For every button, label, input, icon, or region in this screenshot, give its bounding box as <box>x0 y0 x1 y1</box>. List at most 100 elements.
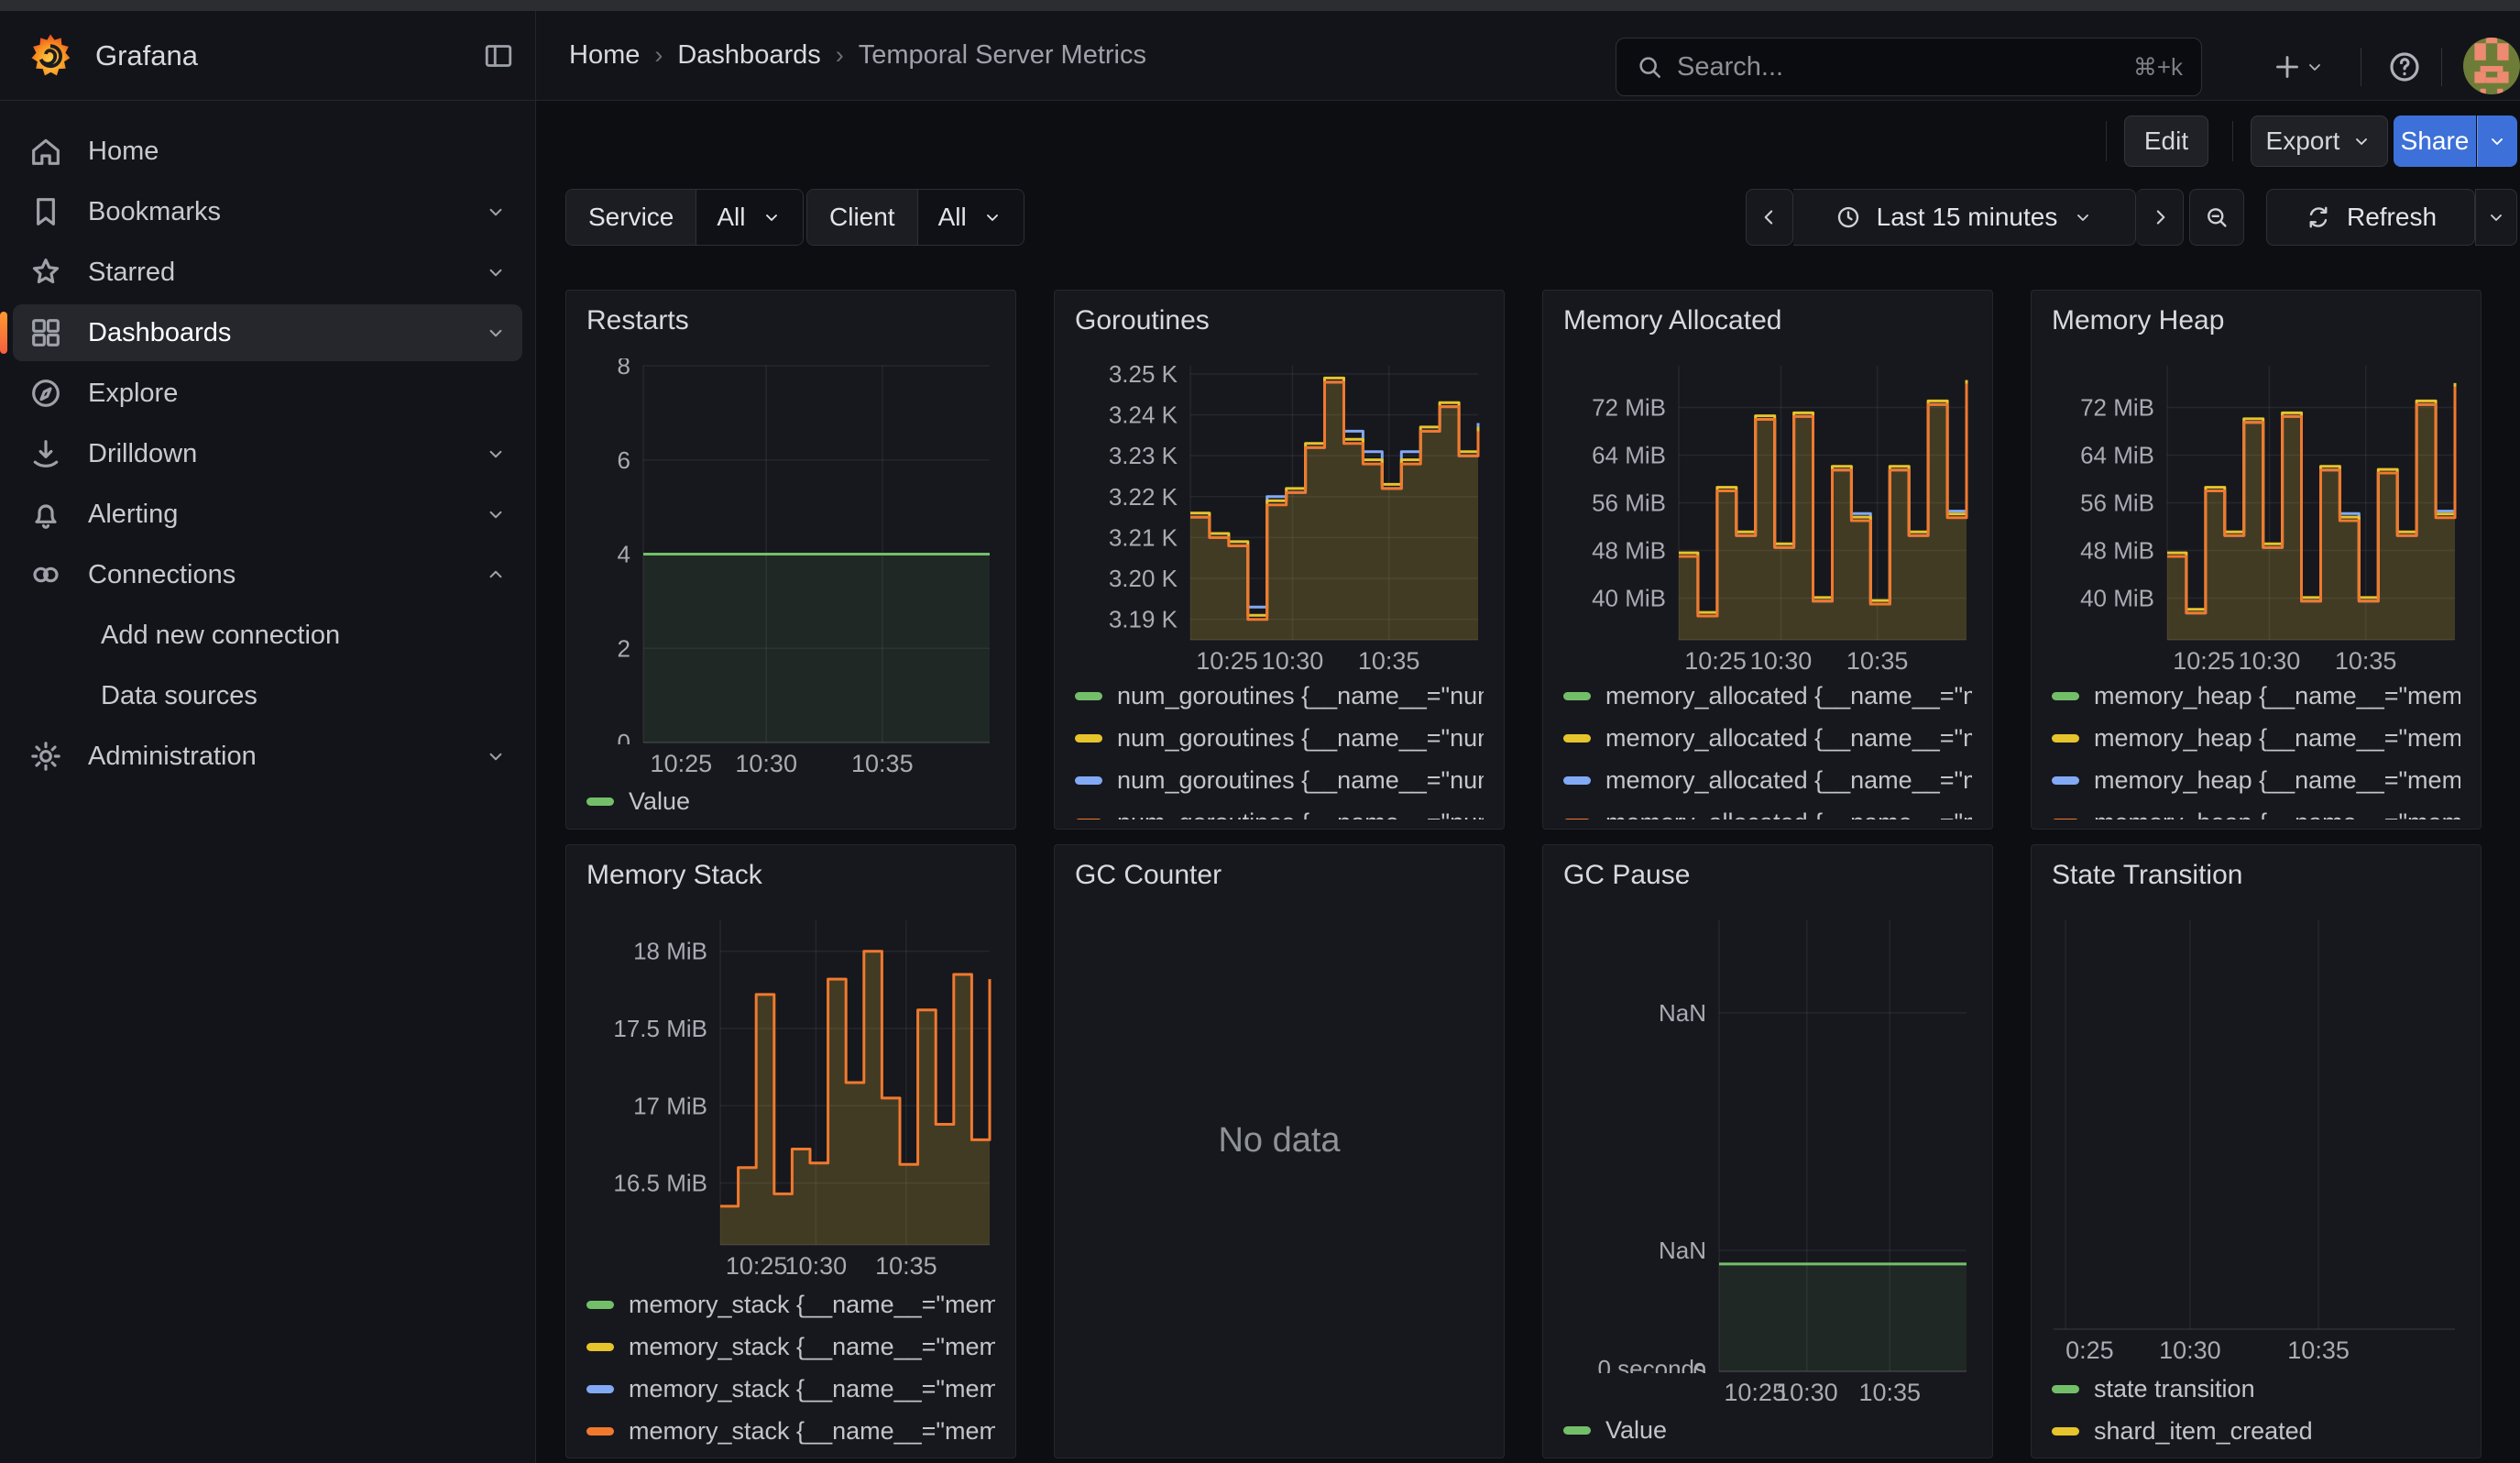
edit-button[interactable]: Edit <box>2124 116 2208 167</box>
sidebar-item-drilldown[interactable]: Drilldown <box>13 425 522 482</box>
bell-icon <box>27 496 64 533</box>
legend-item[interactable]: memory_stack {__name__="memory_s <box>586 1284 995 1326</box>
chevron-down-icon <box>484 442 508 466</box>
legend-item[interactable]: memory_allocated {__name__="memo <box>1563 718 1972 760</box>
legend-item[interactable]: num_goroutines {__name__="num_go <box>1075 718 1484 760</box>
compass-icon <box>27 375 64 412</box>
active-accent-bar <box>0 312 7 354</box>
time-range-forward-button[interactable] <box>2136 189 2184 246</box>
dashboards-grid-icon <box>27 314 64 351</box>
panel-title[interactable]: Memory Allocated <box>1563 305 1972 336</box>
search-shortcut: ⌘+k <box>2133 53 2183 82</box>
share-dropdown-button[interactable] <box>2477 116 2517 167</box>
panel-title[interactable]: GC Counter <box>1075 860 1484 891</box>
help-button[interactable] <box>2386 35 2423 99</box>
legend-item[interactable]: memory_heap {__name__="memory_h <box>2052 760 2460 802</box>
legend-item[interactable]: num_goroutines {__name__="num_go <box>1075 802 1484 820</box>
client-filter: Client All <box>806 189 1024 246</box>
legend-swatch <box>2052 776 2079 785</box>
restarts-chart: 02468 <box>586 358 995 744</box>
sidebar-item-bookmarks[interactable]: Bookmarks <box>13 183 522 240</box>
share-button[interactable]: Share <box>2394 116 2476 167</box>
legend: Value <box>1563 1409 1972 1448</box>
add-new-button[interactable] <box>2271 35 2326 99</box>
sidebar-item-administration[interactable]: Administration <box>13 728 522 785</box>
sidebar-item-home[interactable]: Home <box>13 123 522 180</box>
svg-text:NaN: NaN <box>1659 1237 1706 1264</box>
panel-title[interactable]: Memory Stack <box>586 860 995 891</box>
panel-title[interactable]: Memory Heap <box>2052 305 2460 336</box>
dock-sidebar-toggle-icon[interactable] <box>482 39 515 72</box>
svg-text:8: 8 <box>618 358 630 380</box>
panel-title[interactable]: GC Pause <box>1563 860 1972 891</box>
x-axis-tick-label: 10:30 <box>1750 647 1813 676</box>
legend-label: memory_stack {__name__="memory_s <box>629 1417 995 1446</box>
legend-swatch <box>1563 734 1591 742</box>
legend-swatch <box>2052 734 2079 742</box>
panel-gc-counter: GC Counter No data <box>1054 844 1505 1458</box>
time-range-picker[interactable]: Last 15 minutes <box>1793 189 2136 246</box>
legend-item[interactable]: Value <box>586 780 995 820</box>
legend-item[interactable]: memory_stack {__name__="memory_s <box>586 1326 995 1369</box>
breadcrumb-dashboards[interactable]: Dashboards <box>677 40 820 71</box>
legend-item[interactable]: num_goroutines {__name__="num_go <box>1075 760 1484 802</box>
legend-item[interactable]: memory_stack {__name__="memory_s <box>586 1369 995 1411</box>
legend-swatch <box>2052 819 2079 820</box>
legend-item[interactable]: memory_allocated {__name__="memo <box>1563 676 1972 718</box>
legend-label: shard_item_created <box>2094 1417 2313 1446</box>
legend-item[interactable]: shard_item_created <box>2052 1410 2460 1448</box>
refresh-interval-dropdown[interactable] <box>2475 189 2517 246</box>
no-data-message: No data <box>1055 1121 1504 1160</box>
svg-text:18 MiB: 18 MiB <box>633 938 707 965</box>
dashboard-toolbar: Edit Export Share <box>537 101 2520 180</box>
legend-item[interactable]: memory_stack {__name__="memory_s <box>586 1411 995 1448</box>
breadcrumb: Home › Dashboards › Temporal Server Metr… <box>569 40 1146 71</box>
time-range-back-button[interactable] <box>1746 189 1793 246</box>
client-filter-value[interactable]: All <box>918 190 1024 245</box>
x-axis-tick-label: 10:25 <box>1196 647 1258 676</box>
legend-item[interactable]: state transition <box>2052 1368 2460 1410</box>
x-axis-tick-label: 10:30 <box>2239 647 2301 676</box>
sidebar-item-dashboards[interactable]: Dashboards <box>13 304 522 361</box>
legend-item[interactable]: memory_heap {__name__="memory_h <box>2052 676 2460 718</box>
goroutines-chart: 3.19 K3.20 K3.21 K3.22 K3.23 K3.24 K3.25… <box>1075 358 1484 642</box>
client-filter-label: Client <box>807 190 918 245</box>
x-axis-labels: 10:2510:3010:35 <box>1190 642 1478 672</box>
legend-item[interactable]: memory_allocated {__name__="memo <box>1563 760 1972 802</box>
legend-item[interactable]: num_goroutines {__name__="num_go <box>1075 676 1484 718</box>
x-axis-tick-label: 10:35 <box>2287 1336 2350 1365</box>
x-axis-labels: 10:2510:3010:35 <box>2167 642 2455 672</box>
panel-title[interactable]: Goroutines <box>1075 305 1484 336</box>
avatar[interactable] <box>2463 38 2520 94</box>
export-button[interactable]: Export <box>2251 116 2388 167</box>
legend-swatch <box>2052 1427 2079 1436</box>
breadcrumb-home[interactable]: Home <box>569 40 640 71</box>
search-box[interactable]: ⌘+k <box>1616 38 2202 96</box>
service-filter-value[interactable]: All <box>696 190 802 245</box>
panel-title[interactable]: State Transition <box>2052 860 2460 891</box>
svg-text:48 MiB: 48 MiB <box>2080 537 2154 565</box>
panel-state-transition: State Transition 0:2510:3010:35 state tr… <box>2031 844 2482 1458</box>
legend-item[interactable]: memory_allocated {__name__="memo <box>1563 802 1972 820</box>
legend-item[interactable]: memory_heap {__name__="memory_h <box>2052 802 2460 820</box>
legend-label: memory_allocated {__name__="memo <box>1605 766 1972 795</box>
sidebar-item-label: Drilldown <box>88 439 197 469</box>
refresh-button[interactable]: Refresh <box>2266 189 2475 246</box>
toolbar-divider <box>2232 121 2233 161</box>
legend: memory_allocated {__name__="memomemory_a… <box>1563 676 1972 820</box>
panel-title[interactable]: Restarts <box>586 305 995 336</box>
panel-memory-allocated: Memory Allocated 40 MiB48 MiB56 MiB64 Mi… <box>1542 290 1993 830</box>
search-input[interactable] <box>1677 52 2133 82</box>
panel-gc-pause: GC Pause NaNNaN00 seconds 10:2510:3010:3… <box>1542 844 1993 1458</box>
sidebar-item-data-sources[interactable]: Data sources <box>13 667 522 724</box>
sidebar-item-connections[interactable]: Connections <box>13 546 522 603</box>
legend-item[interactable]: Value <box>1563 1409 1972 1448</box>
legend-label: Value <box>1605 1416 1667 1445</box>
legend-item[interactable]: memory_heap {__name__="memory_h <box>2052 718 2460 760</box>
legend-swatch <box>1075 776 1102 785</box>
sidebar-item-starred[interactable]: Starred <box>13 244 522 301</box>
sidebar-item-alerting[interactable]: Alerting <box>13 486 522 543</box>
zoom-out-button[interactable] <box>2189 189 2244 246</box>
sidebar-item-explore[interactable]: Explore <box>13 365 522 422</box>
sidebar-item-add-new-connection[interactable]: Add new connection <box>13 607 522 664</box>
